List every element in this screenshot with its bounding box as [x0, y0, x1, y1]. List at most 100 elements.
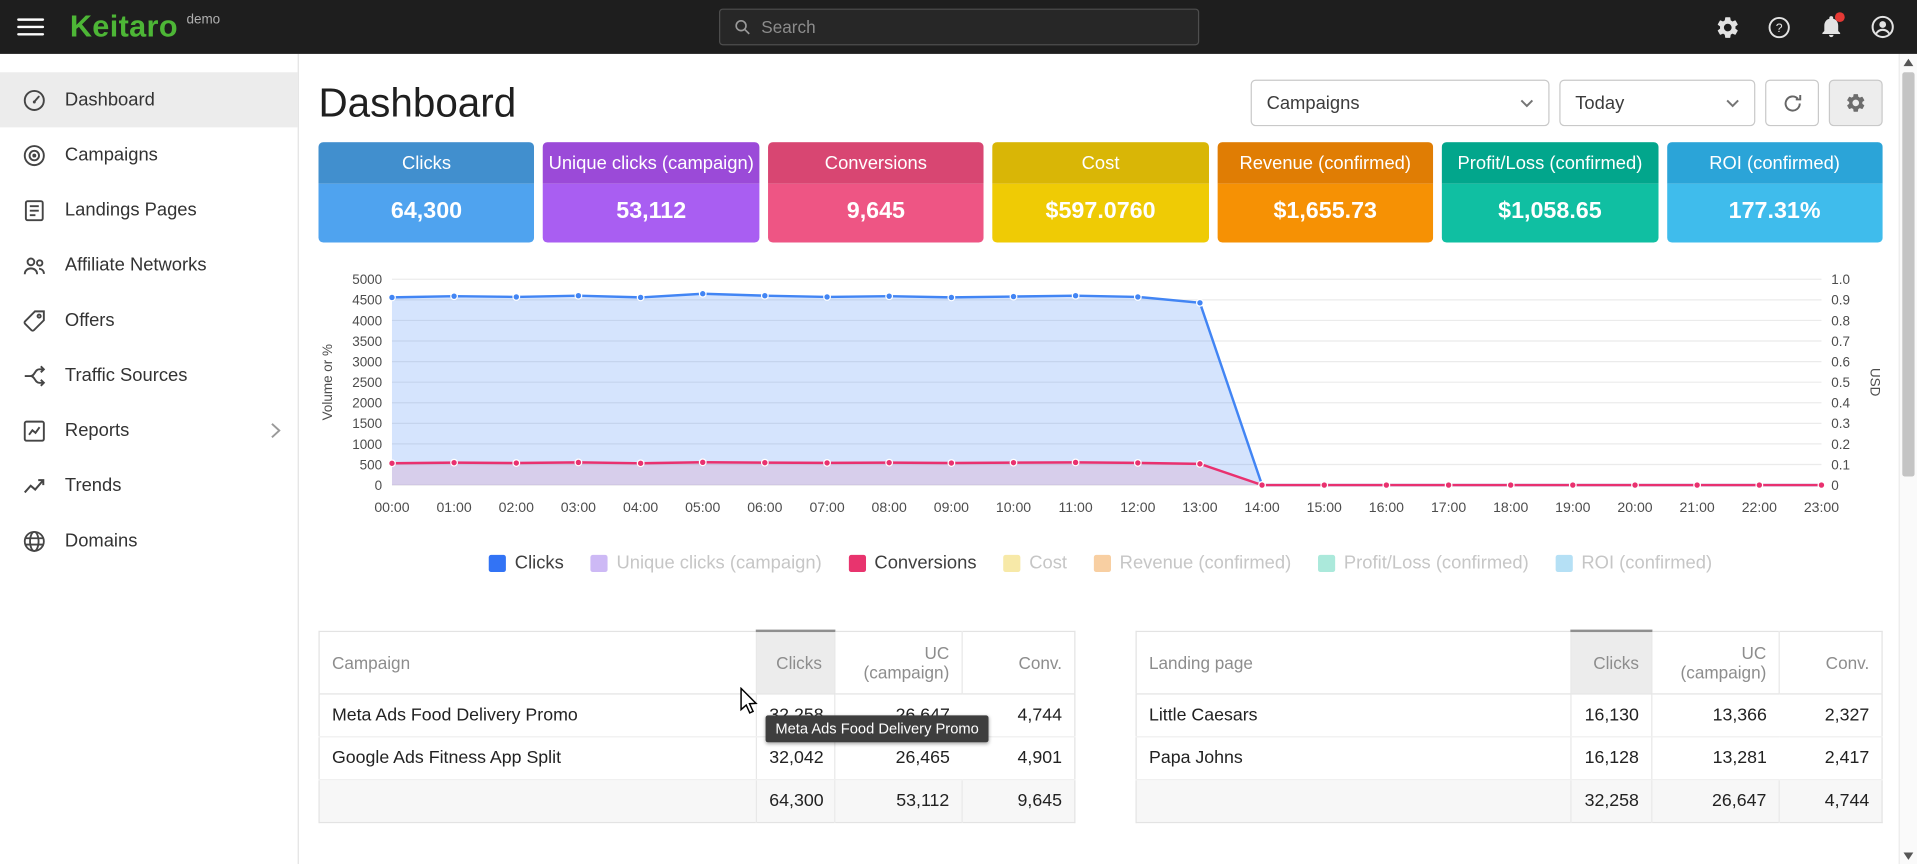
svg-text:5000: 5000 [352, 272, 382, 287]
scroll-down-arrow[interactable] [1904, 853, 1914, 860]
hamburger-menu-button[interactable] [17, 13, 49, 40]
date-range-select[interactable]: Today [1559, 80, 1755, 127]
metric-cards: Clicks64,300Unique clicks (campaign)53,1… [318, 142, 1882, 242]
svg-text:05:00: 05:00 [685, 499, 720, 515]
campaigns-filter-select[interactable]: Campaigns [1251, 80, 1550, 127]
numeric-cell: 2,327 [1779, 693, 1882, 736]
sidebar-item-dashboard[interactable]: Dashboard [0, 72, 298, 127]
sidebar-item-label: Domains [65, 530, 137, 551]
legend-item-clicks[interactable]: Clicks [489, 552, 564, 573]
svg-text:21:00: 21:00 [1680, 499, 1715, 515]
metric-value: $597.0760 [993, 184, 1209, 243]
svg-text:06:00: 06:00 [747, 499, 782, 515]
table-total-row: 32,25826,6474,744 [1136, 779, 1882, 822]
refresh-button[interactable] [1765, 80, 1819, 127]
refresh-icon [1780, 91, 1803, 114]
svg-text:07:00: 07:00 [809, 499, 844, 515]
logo-demo-badge: demo [186, 12, 220, 27]
legend-swatch [1556, 554, 1573, 571]
sidebar-item-affiliate-networks[interactable]: Affiliate Networks [0, 238, 298, 293]
column-header-clicks[interactable]: Clicks [1571, 631, 1652, 693]
search-input[interactable] [761, 17, 1185, 37]
legend-label: Profit/Loss (confirmed) [1344, 552, 1529, 573]
svg-text:0.9: 0.9 [1831, 293, 1850, 308]
landings-icon [21, 197, 48, 224]
offers-icon [21, 307, 48, 334]
gear-icon [1845, 92, 1867, 114]
svg-text:02:00: 02:00 [499, 499, 534, 515]
metric-card-conversions[interactable]: Conversions9,645 [768, 142, 984, 242]
svg-text:20:00: 20:00 [1617, 499, 1652, 515]
help-icon[interactable]: ? [1761, 9, 1797, 45]
legend-item-profit-loss-confirmed[interactable]: Profit/Loss (confirmed) [1318, 552, 1529, 573]
column-header-clicks[interactable]: Clicks [756, 631, 834, 693]
metric-label: Revenue (confirmed) [1217, 142, 1433, 184]
mouse-cursor [740, 687, 762, 716]
legend-item-roi-confirmed[interactable]: ROI (confirmed) [1556, 552, 1712, 573]
keitaro-logo[interactable]: Keitaro demo [70, 9, 220, 45]
svg-text:12:00: 12:00 [1120, 499, 1155, 515]
svg-text:19:00: 19:00 [1555, 499, 1590, 515]
report-settings-button[interactable] [1829, 80, 1883, 127]
sidebar-item-traffic-sources[interactable]: Traffic Sources [0, 348, 298, 403]
metric-card-revenue-confirmed[interactable]: Revenue (confirmed)$1,655.73 [1217, 142, 1433, 242]
sidebar-item-landings-pages[interactable]: Landings Pages [0, 183, 298, 238]
metric-label: Unique clicks (campaign) [543, 142, 759, 184]
legend-item-conversions[interactable]: Conversions [849, 552, 977, 573]
column-header-conv[interactable]: Conv. [1779, 631, 1882, 693]
sidebar-nav: DashboardCampaignsLandings PagesAffiliat… [0, 54, 298, 568]
sidebar-item-domains[interactable]: Domains [0, 513, 298, 568]
legend-label: Revenue (confirmed) [1120, 552, 1292, 573]
metric-card-clicks[interactable]: Clicks64,300 [318, 142, 534, 242]
svg-text:17:00: 17:00 [1431, 499, 1466, 515]
topbar-icons: ? [1710, 9, 1917, 45]
column-header-campaign[interactable]: Campaign [319, 631, 756, 693]
topbar: Keitaro demo ? [0, 0, 1917, 54]
chevron-down-icon [1726, 99, 1739, 108]
svg-text:1.0: 1.0 [1831, 272, 1850, 287]
legend-swatch [1094, 554, 1111, 571]
svg-text:0: 0 [375, 478, 383, 493]
sidebar-item-reports[interactable]: Reports [0, 403, 298, 458]
account-icon[interactable] [1864, 9, 1900, 45]
sidebar-item-label: Reports [65, 420, 129, 441]
legend-item-unique-clicks-campaign[interactable]: Unique clicks (campaign) [591, 552, 822, 573]
sidebar-item-offers[interactable]: Offers [0, 293, 298, 348]
svg-text:4500: 4500 [352, 293, 382, 308]
svg-text:16:00: 16:00 [1369, 499, 1404, 515]
search-bar[interactable] [718, 9, 1198, 46]
table-row[interactable]: Papa Johns16,12813,2812,417 [1136, 736, 1882, 779]
metric-value: $1,058.65 [1442, 184, 1658, 243]
table-total-row: 64,30053,1129,645 [319, 779, 1075, 822]
notifications-bell-icon[interactable] [1813, 9, 1849, 45]
trends-icon [21, 472, 48, 499]
svg-text:Volume or %: Volume or % [320, 344, 335, 420]
dashboard-icon [21, 86, 48, 113]
dashboard-controls: Campaigns Today [1251, 80, 1883, 127]
settings-gear-icon[interactable] [1710, 9, 1746, 45]
column-header-landing-page[interactable]: Landing page [1136, 631, 1571, 693]
column-header-uc-campaign[interactable]: UC (campaign) [835, 631, 962, 693]
svg-text:14:00: 14:00 [1244, 499, 1279, 515]
column-header-uc-campaign[interactable]: UC (campaign) [1652, 631, 1779, 693]
scroll-up-arrow[interactable] [1904, 59, 1914, 66]
legend-item-revenue-confirmed[interactable]: Revenue (confirmed) [1094, 552, 1291, 573]
legend-item-cost[interactable]: Cost [1003, 552, 1067, 573]
legend-swatch [849, 554, 866, 571]
metric-card-profit-loss-confirmed[interactable]: Profit/Loss (confirmed)$1,058.65 [1442, 142, 1658, 242]
svg-text:00:00: 00:00 [374, 499, 409, 515]
row-label-cell: Little Caesars [1136, 693, 1571, 736]
metric-card-unique-clicks-campaign[interactable]: Unique clicks (campaign)53,112 [543, 142, 759, 242]
sidebar-item-campaigns[interactable]: Campaigns [0, 127, 298, 182]
table-row[interactable]: Little Caesars16,13013,3662,327 [1136, 693, 1882, 736]
column-header-conv[interactable]: Conv. [962, 631, 1075, 693]
metric-card-roi-confirmed[interactable]: ROI (confirmed)177.31% [1667, 142, 1883, 242]
svg-text:2000: 2000 [352, 396, 382, 411]
metric-card-cost[interactable]: Cost$597.0760 [993, 142, 1209, 242]
sidebar-item-trends[interactable]: Trends [0, 458, 298, 513]
traffic-icon [21, 362, 48, 389]
vertical-scrollbar[interactable] [1899, 54, 1917, 864]
total-cell: 53,112 [835, 779, 962, 822]
table-row[interactable]: Google Ads Fitness App Split32,04226,465… [319, 736, 1075, 779]
scrollbar-thumb[interactable] [1902, 72, 1914, 476]
